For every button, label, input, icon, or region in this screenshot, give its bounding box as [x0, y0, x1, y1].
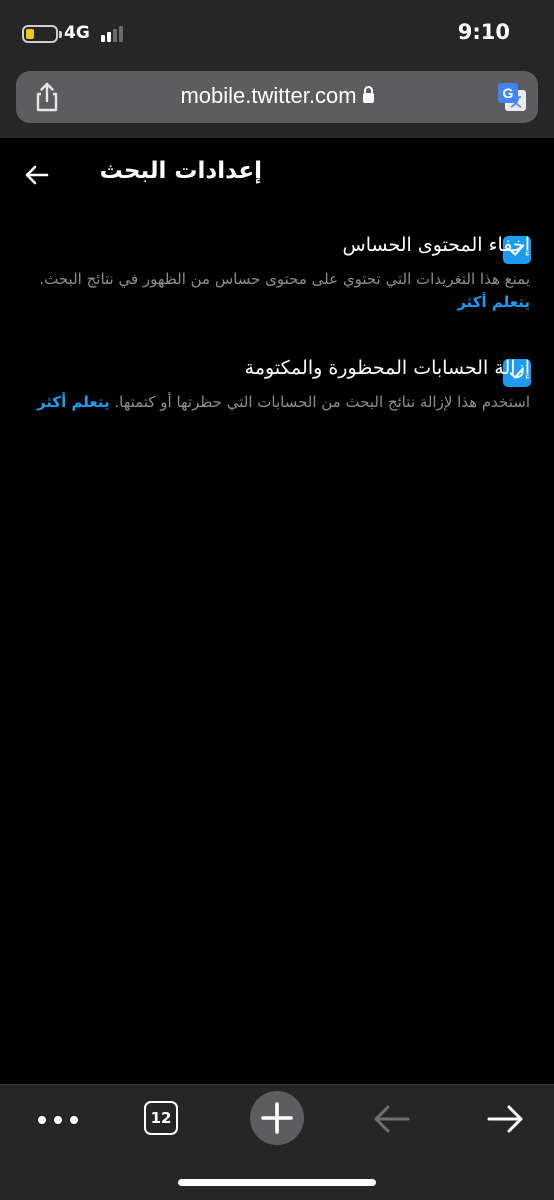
forward-arrow-icon: [487, 1105, 523, 1133]
tabs-count: 12: [150, 1109, 172, 1127]
url-text[interactable]: mobile.twitter.com: [16, 83, 538, 109]
page-title: إعدادات البحث: [99, 158, 262, 184]
back-arrow-icon: [374, 1105, 410, 1133]
back-arrow-icon[interactable]: [22, 160, 52, 190]
status-bar: 4G 9:10: [0, 0, 554, 66]
page-header: إعدادات البحث: [0, 138, 554, 212]
learn-more-link[interactable]: يتعلم أكثر: [457, 293, 530, 311]
more-dots-icon[interactable]: [28, 1097, 88, 1141]
setting-blocked-muted: إزالة الحسابات المحظورة والمكتومة استخدم…: [0, 357, 554, 447]
description-text: استخدم هذا لإزالة نتائج البحث من الحسابا…: [114, 393, 530, 411]
setting-label: إزالة الحسابات المحظورة والمكتومة: [244, 357, 530, 379]
translate-icon[interactable]: G: [496, 81, 528, 113]
battery-icon: [22, 25, 62, 43]
network-type: 4G: [64, 23, 90, 43]
setting-description: يمنع هذا التغريدات التي تحتوي على محتوى …: [18, 268, 530, 314]
setting-description: استخدم هذا لإزالة نتائج البحث من الحسابا…: [18, 391, 530, 414]
url-label: mobile.twitter.com: [180, 83, 357, 108]
status-time: 9:10: [457, 20, 510, 44]
lock-icon: [362, 86, 374, 103]
browser-chrome: 4G 9:10 mobile.twitter.com G: [0, 0, 554, 138]
nav-forward-button[interactable]: [477, 1097, 537, 1141]
description-text: يمنع هذا التغريدات التي تحتوي على محتوى …: [39, 270, 530, 288]
home-indicator: [178, 1179, 376, 1186]
plus-icon: [261, 1102, 293, 1134]
new-tab-button[interactable]: [247, 1091, 307, 1145]
svg-text:G: G: [503, 85, 514, 101]
learn-more-link[interactable]: يتعلم أكثر: [37, 393, 110, 411]
tabs-button[interactable]: 12: [133, 1097, 193, 1141]
setting-sensitive-content: إخفاء المحتوى الحساس يمنع هذا التغريدات …: [0, 234, 554, 324]
address-bar[interactable]: mobile.twitter.com G: [16, 71, 538, 123]
signal-icon: [101, 26, 123, 42]
screen: 4G 9:10 mobile.twitter.com G إعدادات الب…: [0, 0, 554, 1200]
setting-label: إخفاء المحتوى الحساس: [342, 234, 530, 256]
nav-back-button[interactable]: [362, 1097, 422, 1141]
